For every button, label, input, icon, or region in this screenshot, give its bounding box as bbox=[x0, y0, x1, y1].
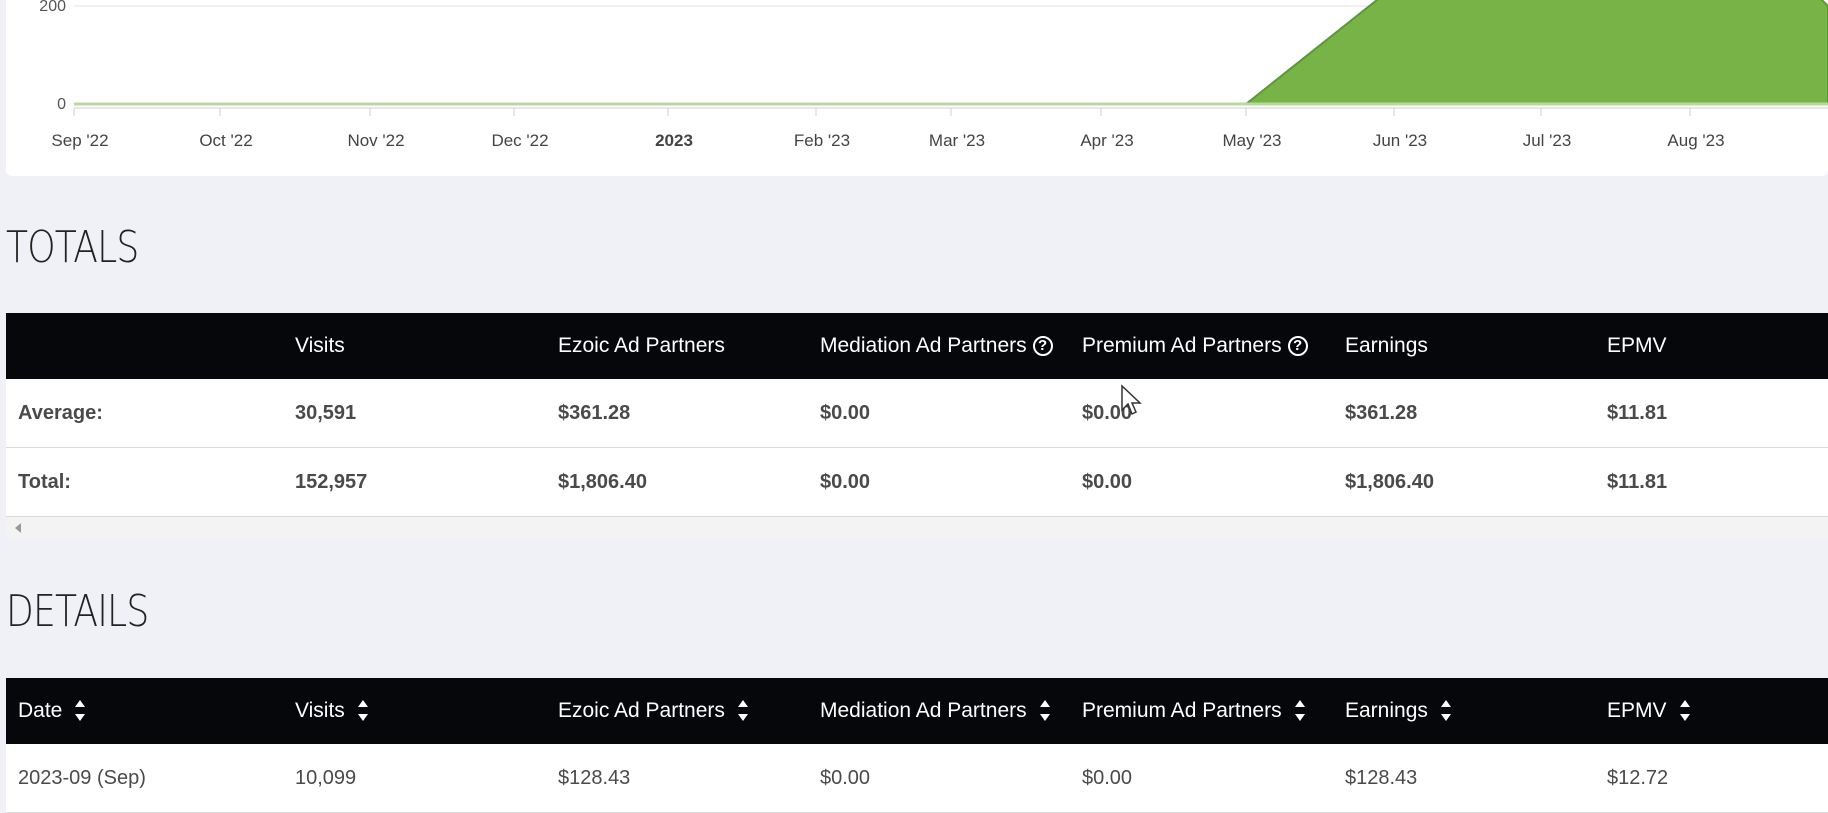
cell-premium: $0.00 bbox=[1082, 471, 1133, 493]
cell-ezoic: $1,806.40 bbox=[558, 471, 647, 493]
sort-icon[interactable] bbox=[1440, 697, 1452, 725]
totals-header-row: Visits Ezoic Ad Partners Mediation Ad Pa… bbox=[6, 313, 1828, 379]
sort-icon[interactable] bbox=[1039, 697, 1051, 725]
totals-header-mediation: Mediation Ad Partners? bbox=[820, 313, 1053, 379]
details-title: DETAILS bbox=[6, 586, 149, 637]
cell-earnings: $1,806.40 bbox=[1345, 471, 1434, 493]
cell-earnings: $128.43 bbox=[1345, 767, 1418, 789]
totals-header-visits: Visits bbox=[295, 334, 345, 357]
sort-icon[interactable] bbox=[357, 697, 369, 725]
x-tick-label: Dec '22 bbox=[491, 131, 548, 150]
cell-visits: 152,957 bbox=[295, 471, 368, 493]
details-header-row: Date Visits Ezoic Ad Partners Mediation … bbox=[6, 678, 1828, 744]
totals-header-premium: Premium Ad Partners? bbox=[1082, 313, 1308, 379]
details-header-date[interactable]: Date bbox=[18, 678, 86, 744]
x-tick-label: Aug '23 bbox=[1667, 131, 1724, 150]
cell-mediation: $0.00 bbox=[820, 402, 871, 424]
visits-area-chart: 0 200 Sep '22 Oct '22 Nov '22 Dec '22 2023 Feb … bbox=[39, 0, 1828, 150]
scroll-left-icon[interactable] bbox=[15, 523, 21, 533]
sort-icon[interactable] bbox=[1294, 697, 1306, 725]
row-label: Average: bbox=[18, 402, 103, 424]
horizontal-scrollbar[interactable] bbox=[6, 517, 1828, 539]
cell-earnings: $361.28 bbox=[1345, 402, 1418, 424]
x-tick-label: Nov '22 bbox=[347, 131, 404, 150]
help-icon[interactable]: ? bbox=[1032, 336, 1053, 356]
cell-visits: 10,099 bbox=[295, 767, 357, 789]
cell-mediation: $0.00 bbox=[820, 471, 871, 493]
totals-header-epmv: EPMV bbox=[1607, 334, 1667, 357]
totals-title: TOTALS bbox=[6, 222, 139, 273]
x-tick-label: Jun '23 bbox=[1373, 131, 1427, 150]
totals-row-total: Total: 152,957 $1,806.40 $0.00 $0.00 $1,… bbox=[6, 448, 1828, 517]
details-header-visits[interactable]: Visits bbox=[295, 678, 369, 744]
mouse-cursor-icon bbox=[1121, 384, 1142, 416]
cell-mediation: $0.00 bbox=[820, 767, 871, 789]
cell-date: 2023-09 (Sep) bbox=[18, 767, 146, 789]
cell-epmv: $11.81 bbox=[1607, 471, 1668, 493]
y-tick-label: 0 bbox=[57, 96, 66, 113]
row-label: Total: bbox=[18, 471, 71, 493]
table-row: 2023-09 (Sep) 10,099 $128.43 $0.00 $0.00… bbox=[6, 744, 1828, 813]
x-tick-label: Mar '23 bbox=[929, 131, 985, 150]
x-tick-label: Feb '23 bbox=[794, 131, 850, 150]
details-header-premium[interactable]: Premium Ad Partners bbox=[1082, 678, 1306, 744]
y-tick-label: 200 bbox=[39, 0, 66, 15]
chart-card: 0 200 Sep '22 Oct '22 Nov '22 Dec '22 2023 Feb … bbox=[6, 0, 1828, 176]
area-series bbox=[74, 0, 1828, 105]
x-tick-label: Oct '22 bbox=[199, 131, 252, 150]
sort-icon[interactable] bbox=[1679, 697, 1691, 725]
help-icon[interactable]: ? bbox=[1287, 336, 1308, 356]
totals-header-ezoic: Ezoic Ad Partners bbox=[558, 334, 725, 357]
cell-epmv: $12.72 bbox=[1607, 767, 1669, 789]
sort-icon[interactable] bbox=[737, 697, 749, 725]
details-header-epmv[interactable]: EPMV bbox=[1607, 678, 1691, 744]
totals-header-earnings: Earnings bbox=[1345, 334, 1428, 357]
cell-ezoic: $361.28 bbox=[558, 402, 631, 424]
x-tick-label: May '23 bbox=[1223, 131, 1282, 150]
cell-ezoic: $128.43 bbox=[558, 767, 631, 789]
details-table: Date Visits Ezoic Ad Partners Mediation … bbox=[6, 678, 1828, 813]
details-header-mediation[interactable]: Mediation Ad Partners bbox=[820, 678, 1051, 744]
x-tick-label: Apr '23 bbox=[1080, 131, 1133, 150]
cell-premium: $0.00 bbox=[1082, 767, 1133, 789]
sort-icon[interactable] bbox=[74, 697, 86, 725]
cell-epmv: $11.81 bbox=[1607, 402, 1668, 424]
totals-table: Visits Ezoic Ad Partners Mediation Ad Pa… bbox=[6, 313, 1828, 539]
details-header-earnings[interactable]: Earnings bbox=[1345, 678, 1452, 744]
details-header-ezoic[interactable]: Ezoic Ad Partners bbox=[558, 678, 749, 744]
totals-row-average: Average: 30,591 $361.28 $0.00 $0.00 $361… bbox=[6, 379, 1828, 448]
x-tick-label: Jul '23 bbox=[1523, 131, 1572, 150]
x-tick-label: 2023 bbox=[655, 131, 693, 150]
cell-visits: 30,591 bbox=[295, 402, 357, 424]
x-tick-label: Sep '22 bbox=[51, 131, 108, 150]
